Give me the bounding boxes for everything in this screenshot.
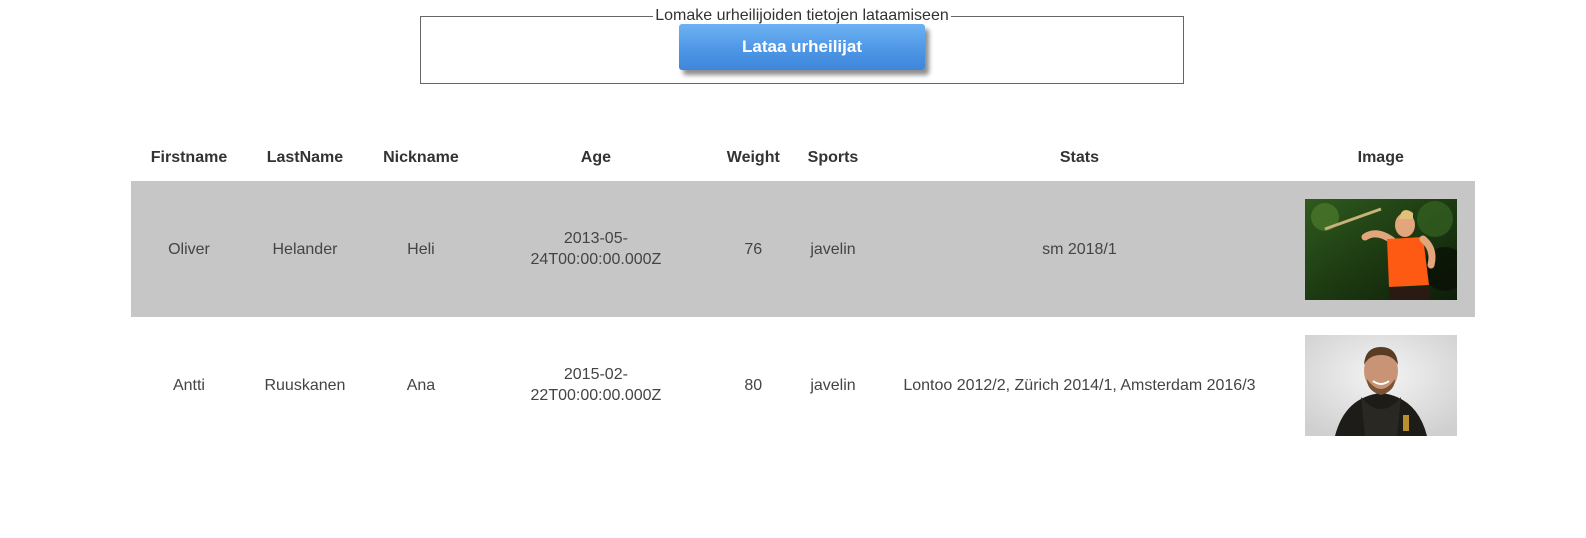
cell-firstname: Oliver: [131, 181, 247, 317]
age-time-part: 22T00:00:00.000Z: [530, 387, 662, 404]
cell-lastname: Helander: [246, 181, 363, 317]
cell-weight: 80: [744, 376, 763, 394]
header-image: Image: [1357, 149, 1404, 166]
age-time-part: 24T00:00:00.000Z: [530, 251, 662, 268]
header-sports: Sports: [807, 149, 859, 166]
table-row: Antti Ruuskanen Ana 2015-02- 22T00:00:00…: [131, 317, 1475, 453]
cell-nickname: Heli: [362, 181, 479, 317]
cell-stats: Lontoo 2012/2, Zürich 2014/1, Amsterdam …: [903, 376, 1256, 394]
cell-image: [1286, 181, 1475, 317]
header-lastname: LastName: [266, 149, 344, 166]
age-date-part: 2013-05-: [563, 230, 628, 247]
age-date-part: 2015-02-: [563, 366, 628, 383]
cell-weight: 76: [712, 181, 794, 317]
header-age: Age: [580, 149, 612, 166]
athlete-photo-icon: [1304, 198, 1457, 300]
athlete-portrait-icon: [1304, 334, 1457, 436]
cell-sports: javelin: [793, 181, 873, 317]
table-header-row: Firstname LastName Nickname Age Weight S…: [131, 135, 1475, 181]
form-legend: Lomake urheilijoiden tietojen lataamisee…: [655, 7, 949, 24]
cell-sports: javelin: [810, 376, 856, 394]
cell-firstname: Antti: [172, 376, 205, 394]
table-row: Oliver Helander Heli 2013-05- 24T00:00:0…: [131, 181, 1475, 317]
cell-nickname: Ana: [406, 376, 436, 394]
header-weight: Weight: [726, 149, 780, 166]
header-nickname: Nickname: [383, 149, 459, 166]
cell-stats: sm 2018/1: [872, 181, 1287, 317]
cell-age: 2013-05- 24T00:00:00.000Z: [478, 181, 713, 317]
load-athletes-button[interactable]: Lataa urheilijat: [679, 24, 925, 70]
cell-lastname: Ruuskanen: [264, 376, 346, 394]
load-athletes-form: Lomake urheilijoiden tietojen lataamisee…: [420, 8, 1184, 84]
load-form-container: Lomake urheilijoiden tietojen lataamisee…: [420, 8, 1184, 84]
cell-image: [1287, 317, 1475, 453]
cell-age: 2015-02- 22T00:00:00.000Z: [479, 317, 713, 453]
athletes-table: Firstname LastName Nickname Age Weight S…: [131, 135, 1475, 453]
header-firstname: Firstname: [150, 149, 228, 166]
header-stats: Stats: [1059, 149, 1099, 166]
